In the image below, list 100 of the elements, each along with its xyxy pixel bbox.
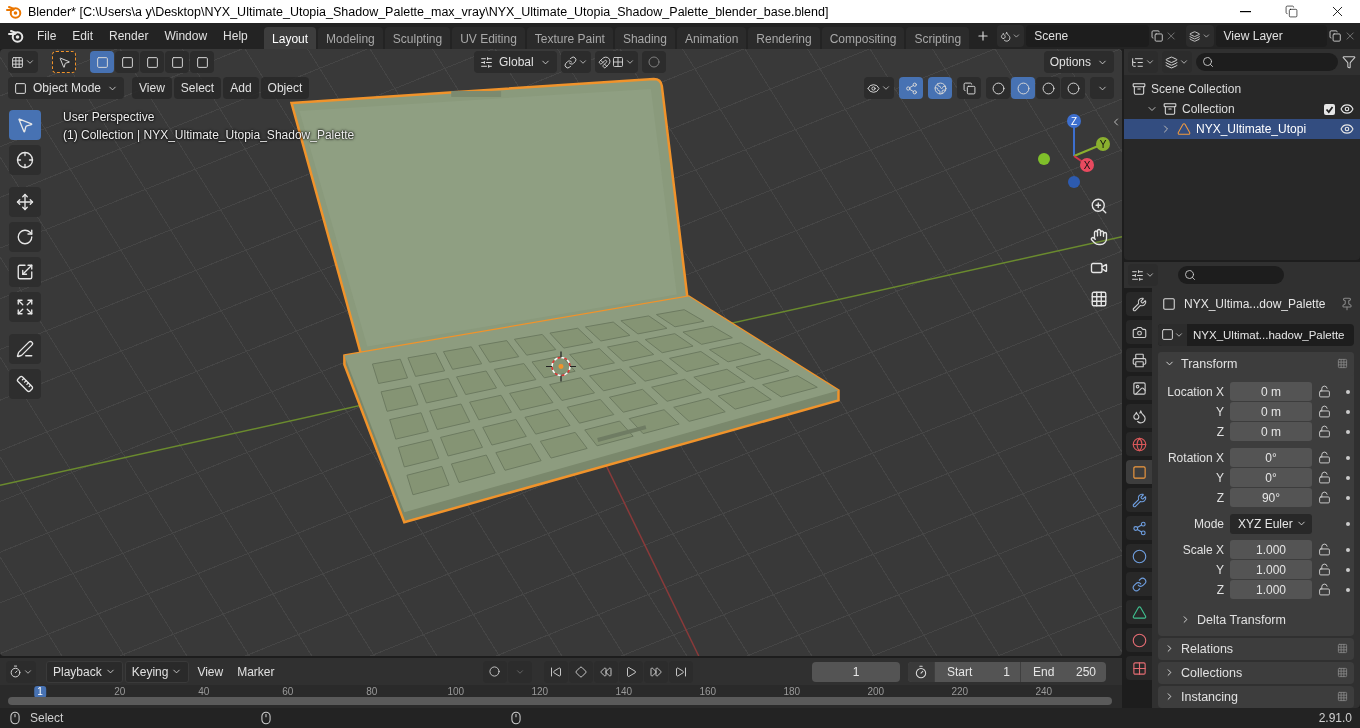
visibility-button[interactable] [864,77,894,99]
properties-tab[interactable] [1126,544,1152,568]
tool-button[interactable] [9,145,41,175]
properties-tab[interactable] [1126,600,1152,624]
tool-button[interactable] [9,334,41,364]
selection-mode-button[interactable] [140,51,164,73]
keyframe-dot-icon[interactable] [1346,587,1350,592]
prev-keyframe-button[interactable] [568,660,593,683]
end-frame-field[interactable]: End 250 [1020,661,1106,682]
play-reverse-button[interactable] [593,660,618,683]
keyframe-dot-icon[interactable] [1346,495,1350,500]
tool-button[interactable] [9,292,41,322]
keyframe-dot-icon[interactable] [1346,475,1350,480]
panel-header[interactable]: Collections [1158,661,1354,684]
play-button[interactable] [618,660,643,683]
filter-layer-button[interactable] [1162,51,1192,73]
properties-tab[interactable] [1126,292,1152,316]
timeline-menu[interactable]: Playback [46,660,123,683]
visibility-eye-icon[interactable] [1340,122,1354,136]
number-field[interactable]: 0 m [1230,402,1312,422]
properties-tab[interactable] [1126,516,1152,540]
viewport-menu[interactable]: Object [260,77,310,99]
workspace-tab[interactable]: Animation [676,26,747,50]
timeline-menu[interactable]: Keying [124,660,190,683]
number-field[interactable]: 90° [1230,488,1312,508]
overlay-toggle-button[interactable] [928,77,952,99]
workspace-tab[interactable]: Shading [614,26,675,50]
editor-type-button[interactable] [1128,264,1158,286]
keyframe-dot-icon[interactable] [1346,521,1350,526]
tool-button[interactable] [9,257,41,287]
scene-selector-button[interactable] [997,25,1025,47]
timeline-menu[interactable]: Marker [231,660,281,683]
axis-gizmo-drawing[interactable]: X Y Z [1034,109,1118,193]
snap-button[interactable] [594,51,638,73]
menu-item[interactable]: Window [157,26,215,46]
workspace-tab[interactable]: Sculpting [384,26,451,50]
properties-tab[interactable] [1126,320,1152,344]
proportional-edit-button[interactable] [641,51,666,73]
panel-header[interactable]: Instancing [1158,685,1354,708]
orientation-dropdown[interactable]: Global [474,51,557,73]
start-frame-field[interactable]: Start 1 [934,661,1020,682]
properties-tab[interactable] [1126,628,1152,652]
editor-type-button[interactable] [8,51,38,73]
outliner-row[interactable]: NYX_Ultimate_Utopi [1124,119,1360,139]
scrollbar[interactable] [8,697,1112,705]
gizmo-toggle-button[interactable] [899,77,923,99]
properties-tab[interactable] [1126,432,1152,456]
selection-mode-button[interactable] [90,51,114,73]
workspace-tab[interactable]: Rendering [748,26,820,50]
workspace-tab[interactable]: Modeling [318,26,383,50]
editor-type-button[interactable] [6,660,36,683]
menu-item[interactable]: Render [102,26,156,46]
tool-button[interactable] [9,369,41,399]
object-name-field[interactable]: NYX_Ultimat...hadow_Palette [1158,323,1354,346]
panel-header[interactable]: Relations [1158,637,1354,660]
menu-item[interactable]: File [30,26,64,46]
properties-tab[interactable] [1126,656,1152,680]
options-dropdown[interactable]: Options [1043,51,1114,73]
display-mode-button[interactable] [1128,51,1158,73]
menu-item[interactable]: Help [216,26,255,46]
properties-tab[interactable] [1126,404,1152,428]
viewport-menu[interactable]: Add [223,77,259,99]
pivot-button[interactable] [560,51,591,73]
keyframe-dot-icon[interactable] [1346,567,1350,572]
rotation-mode-dropdown[interactable]: XYZ Euler [1230,513,1312,534]
keyframe-dot-icon[interactable] [1346,547,1350,552]
selection-mode-button[interactable] [115,51,139,73]
exclude-checkbox[interactable] [1324,103,1335,115]
properties-tab[interactable] [1126,488,1152,512]
view-layer-field[interactable]: View Layer [1215,25,1328,47]
xray-button[interactable] [957,77,981,99]
number-field[interactable]: 1.000 [1230,540,1312,560]
properties-tab[interactable] [1126,572,1152,596]
properties-tab[interactable] [1126,348,1152,372]
workspace-tab[interactable]: Layout [264,26,317,50]
workspace-tab[interactable]: UV Editing [452,26,525,50]
tool-button[interactable] [9,187,41,217]
viewport-menu[interactable]: Select [173,77,222,99]
number-field[interactable]: 1.000 [1230,580,1312,600]
keyframe-dot-icon[interactable] [1346,409,1350,414]
keyframe-dot-icon[interactable] [1346,429,1350,434]
menu-item[interactable]: Edit [65,26,101,46]
workspace-tab[interactable]: Scripting [906,26,970,50]
search-field[interactable] [1196,53,1338,71]
keyframe-dot-icon[interactable] [1346,389,1350,394]
number-field[interactable]: 0 m [1230,422,1312,442]
jump-end-button[interactable] [668,660,693,683]
timeline-menu[interactable]: View [191,660,230,683]
number-field[interactable]: 0° [1230,448,1312,468]
properties-tab[interactable] [1126,376,1152,400]
search-field[interactable] [1178,266,1284,284]
view-layer-selector-button[interactable] [1186,25,1214,47]
auto-keying-button[interactable] [482,660,507,683]
viewport-menu[interactable]: View [132,77,172,99]
selection-mode-button[interactable] [165,51,189,73]
keyframe-dot-icon[interactable] [1346,455,1350,460]
workspace-tab[interactable]: Compositing [821,26,905,50]
scene-field[interactable]: Scene [1026,25,1149,47]
tool-button[interactable] [9,222,41,252]
frame-ruler[interactable]: 1 20 40 60 80 100 120 140 160 180 200 220 240 [0,685,1122,708]
